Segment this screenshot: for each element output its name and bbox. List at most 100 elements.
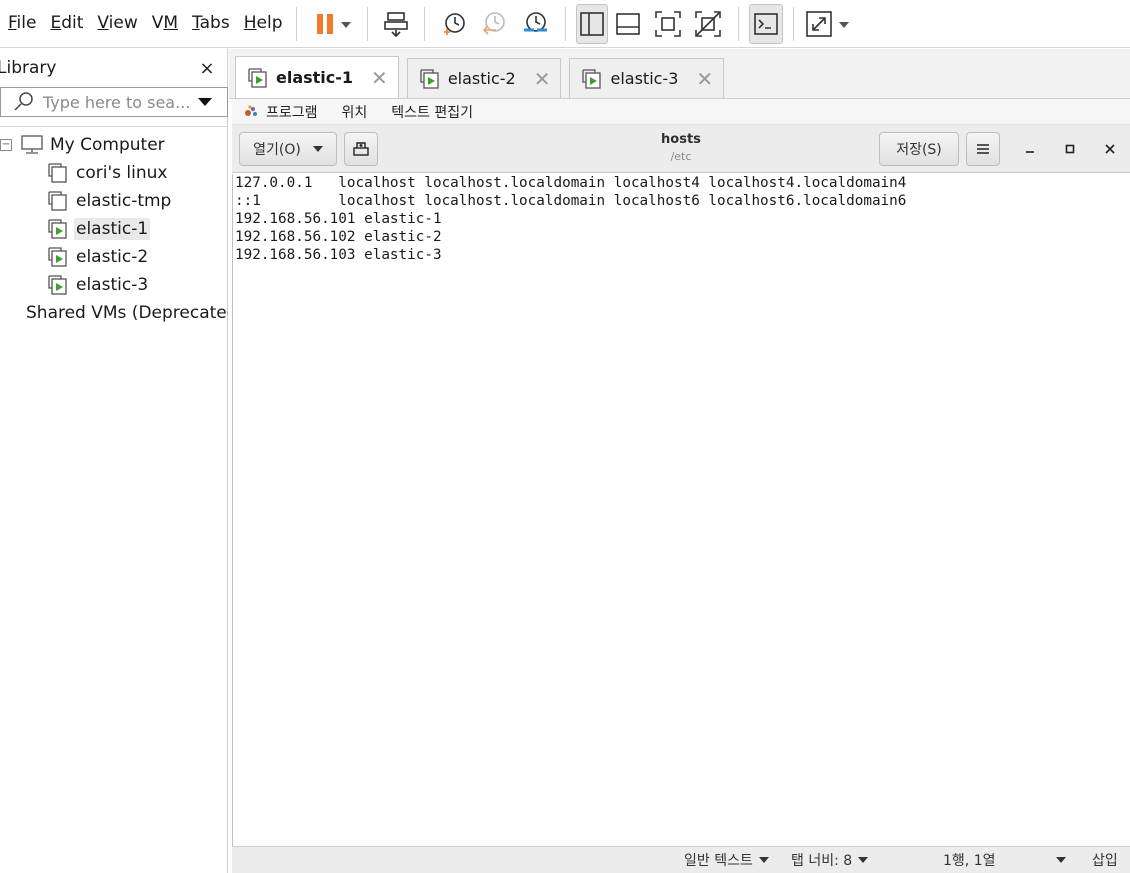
snapshot-manager-icon: [523, 11, 547, 32]
vm-running-icon: [48, 275, 67, 295]
menu-edit[interactable]: Edit: [43, 0, 90, 48]
gnome-places-menu[interactable]: 위치: [342, 102, 368, 122]
tree-item-my-computer[interactable]: − My Computer: [0, 131, 227, 159]
menu-view-mnemonic: V: [97, 12, 109, 33]
gnome-programs-menu[interactable]: 프로그램: [266, 102, 318, 122]
library-tree: − My Computer cori's linux elastic-tmp e…: [0, 126, 228, 327]
vm-running-icon: [48, 219, 67, 239]
open-button-label: 열기(O): [253, 142, 301, 158]
guest-display: 프로그램 위치 텍스트 편집기 열기(O) hosts /etc 저장(S) 1…: [232, 99, 1130, 873]
computer-icon: [21, 135, 43, 154]
save-button[interactable]: 저장(S): [879, 132, 959, 166]
vm-tab-label: elastic-1: [276, 68, 354, 87]
vm-tab-label: elastic-3: [610, 69, 679, 88]
text-editor-area[interactable]: 127.0.0.1 localhost localhost.localdomai…: [232, 174, 1130, 846]
editor-content[interactable]: 127.0.0.1 localhost localhost.localdomai…: [233, 174, 1130, 264]
menu-edit-mnemonic: E: [50, 12, 62, 33]
vm-tab-elastic-2[interactable]: elastic-2 ✕: [406, 58, 562, 98]
library-header: Library ×: [0, 49, 227, 87]
collapse-toggle-icon[interactable]: −: [0, 139, 12, 151]
thumbnail-bar-icon: [615, 12, 640, 35]
save-button-label: 저장(S): [896, 142, 942, 158]
gedit-header-bar: 열기(O) hosts /etc 저장(S): [232, 125, 1130, 173]
vm-stopped-icon: [48, 163, 67, 183]
library-search-box: [0, 87, 228, 117]
unity-button[interactable]: [688, 4, 728, 44]
menu-tabs-mnemonic: T: [192, 12, 200, 33]
menu-vm[interactable]: VM: [145, 0, 185, 48]
take-snapshot-button[interactable]: [435, 4, 473, 44]
library-search-input[interactable]: [43, 92, 193, 112]
close-window-button[interactable]: [1094, 133, 1126, 165]
toolbar-separator: [737, 6, 739, 41]
snapshot-revert-icon: [482, 11, 505, 35]
vm-running-icon: [248, 67, 267, 88]
vm-running-icon: [48, 247, 67, 267]
minimize-icon: [1026, 151, 1034, 153]
tab-close-button[interactable]: ✕: [534, 67, 551, 91]
library-close-button[interactable]: ×: [197, 58, 217, 79]
menu-view-label: iew: [108, 12, 138, 33]
tree-item-label: Shared VMs (Deprecated): [26, 303, 228, 323]
cursor-position[interactable]: 1행, 1열: [943, 850, 995, 870]
toolbar-separator: [423, 6, 425, 41]
show-thumbnail-bar-button[interactable]: [608, 4, 648, 44]
new-document-icon: [353, 142, 369, 156]
vm-running-icon: [420, 68, 439, 89]
minimize-button[interactable]: [1014, 133, 1046, 165]
menu-tabs-label: abs: [199, 12, 230, 33]
show-library-button[interactable]: [575, 3, 608, 44]
stretch-guest-button[interactable]: [804, 4, 856, 44]
send-ctrl-alt-del-button[interactable]: [378, 4, 414, 44]
editor-line: 192.168.56.102 elastic-2: [235, 229, 442, 245]
open-button[interactable]: 열기(O): [239, 132, 337, 166]
snapshot-take-icon: [443, 12, 465, 35]
menubar: File Edit View VM Tabs Help: [0, 0, 290, 48]
maximize-button[interactable]: [1054, 133, 1086, 165]
tree-item-vm[interactable]: cori's linux: [0, 159, 227, 187]
hamburger-menu-button[interactable]: [966, 132, 1000, 166]
position-dropdown[interactable]: [1050, 857, 1066, 863]
tab-width-selector[interactable]: 탭 너비: 8: [791, 850, 869, 870]
revert-snapshot-button[interactable]: [473, 4, 515, 44]
tree-item-vm[interactable]: elastic-3: [0, 271, 227, 299]
menu-file[interactable]: File: [0, 0, 43, 48]
gnome-foot-icon: [245, 104, 257, 116]
cursor-position-label: 1행, 1열: [943, 853, 996, 869]
search-icon: [14, 92, 33, 111]
library-title: Library: [0, 58, 57, 78]
tree-item-label: elastic-2: [76, 247, 149, 267]
tree-item-label: elastic-tmp: [76, 191, 172, 211]
tree-item-vm[interactable]: elastic-tmp: [0, 187, 227, 215]
gedit-status-bar: 일반 텍스트 탭 너비: 8 1행, 1열 삽입: [232, 846, 1130, 873]
top-toolbar: File Edit View VM Tabs Help: [0, 0, 1130, 48]
tab-close-button[interactable]: ✕: [696, 67, 713, 91]
menu-tabs[interactable]: Tabs: [185, 0, 237, 48]
editor-line: ::1 localhost localhost.localdomain loca…: [235, 193, 907, 209]
fullscreen-button[interactable]: [648, 4, 688, 44]
send-keys-icon: [383, 11, 408, 37]
vm-tab-elastic-1[interactable]: elastic-1 ✕: [235, 56, 399, 98]
vm-tab-elastic-3[interactable]: elastic-3 ✕: [569, 58, 725, 98]
console-view-button[interactable]: [748, 3, 783, 44]
tree-item-vm[interactable]: elastic-2: [0, 243, 227, 271]
search-dropdown-icon[interactable]: [195, 95, 215, 109]
language-selector[interactable]: 일반 텍스트: [684, 850, 769, 870]
tab-width-label: 탭 너비: 8: [791, 853, 853, 869]
menu-help[interactable]: Help: [237, 0, 290, 48]
editor-line: 192.168.56.103 elastic-3: [235, 247, 442, 263]
menu-help-label: elp: [256, 12, 283, 33]
tree-item-vm-selected[interactable]: elastic-1: [0, 215, 227, 243]
menu-edit-label: dit: [61, 12, 84, 33]
snapshot-manager-button[interactable]: [515, 4, 555, 44]
gnome-app-menu[interactable]: 텍스트 편집기: [391, 102, 473, 122]
chevron-down-icon: [758, 857, 769, 863]
tab-close-button[interactable]: ✕: [371, 66, 388, 90]
library-panel: Library × − My Computer cori's: [0, 49, 228, 873]
editor-line: 192.168.56.101 elastic-1: [235, 211, 442, 227]
menu-view[interactable]: View: [90, 0, 144, 48]
chevron-down-icon: [1056, 857, 1066, 863]
pause-button[interactable]: [307, 4, 357, 44]
tree-item-shared-vms[interactable]: Shared VMs (Deprecated): [0, 299, 228, 327]
new-tab-button[interactable]: [344, 132, 378, 166]
